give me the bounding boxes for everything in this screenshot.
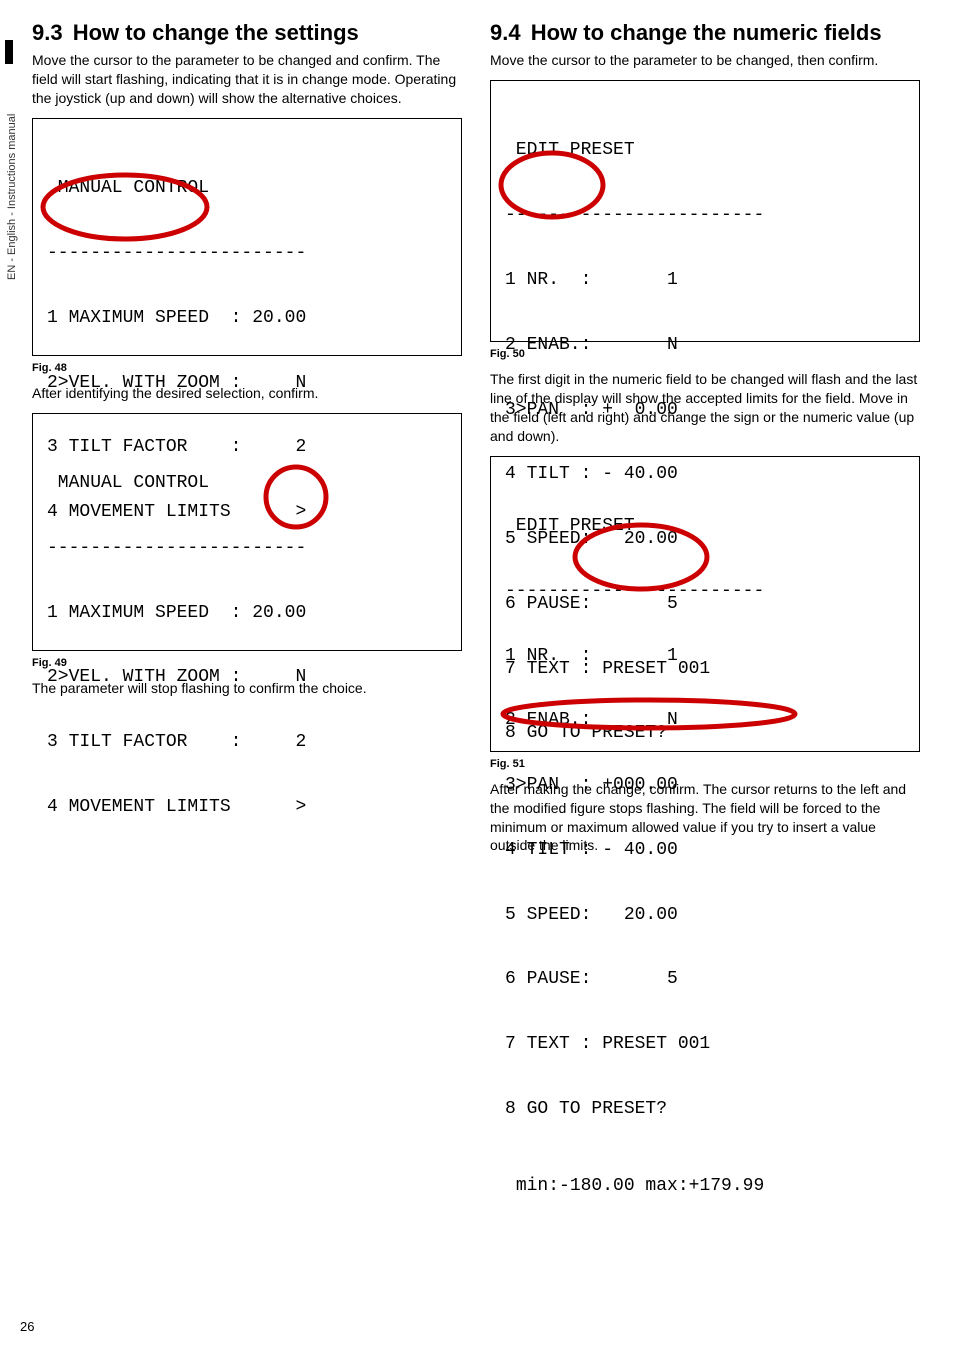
term-row: 7 TEXT : PRESET 001 [505,1034,905,1056]
intro-9-4: Move the cursor to the parameter to be c… [490,51,920,70]
left-column: 9.3 How to change the settings Move the … [32,20,462,865]
term-row: 1 MAXIMUM SPEED : 20.00 [47,308,447,330]
term-row: 2>VEL. WITH ZOOM : N [47,667,447,689]
term-sep: ------------------------ [505,581,905,603]
intro-9-3: Move the cursor to the parameter to be c… [32,51,462,108]
section-9-4-heading: 9.4 How to change the numeric fields [490,20,920,45]
term-row: 1 MAXIMUM SPEED : 20.00 [47,603,447,625]
term-row: 4 TILT : - 40.00 [505,840,905,862]
term-row: 1 NR. : 1 [505,646,905,668]
term-title: MANUAL CONTROL [47,473,447,495]
terminal-fig50: EDIT PRESET ------------------------ 1 N… [490,80,920,342]
side-marker [5,40,13,64]
terminal-fig49: MANUAL CONTROL ------------------------ … [32,413,462,651]
term-row: 2>VEL. WITH ZOOM : N [47,373,447,395]
section-title: How to change the numeric fields [531,20,882,45]
term-row: 4 MOVEMENT LIMITS > [47,797,447,819]
term-row: 6 PAUSE: 5 [505,969,905,991]
term-title: EDIT PRESET [505,140,905,162]
terminal-fig48: MANUAL CONTROL ------------------------ … [32,118,462,356]
term-sep: ------------------------ [505,205,905,227]
section-9-3-heading: 9.3 How to change the settings [32,20,462,45]
term-sep: ------------------------ [47,538,447,560]
term-row: 5 SPEED: 20.00 [505,905,905,927]
term-row: 2 ENAB.: N [505,710,905,732]
section-title: How to change the settings [73,20,359,45]
page-number: 26 [20,1319,34,1334]
term-row: 2 ENAB.: N [505,335,905,357]
right-column: 9.4 How to change the numeric fields Mov… [490,20,920,865]
term-row: 8 GO TO PRESET? [505,1099,905,1121]
term-sep: ------------------------ [47,243,447,265]
term-footer: min:-180.00 max:+179.99 [505,1176,905,1198]
term-row: 3>PAN : +000.00 [505,775,905,797]
section-number: 9.4 [490,20,521,45]
terminal-fig51: EDIT PRESET ------------------------ 1 N… [490,456,920,752]
term-title: MANUAL CONTROL [47,178,447,200]
term-row: 1 NR. : 1 [505,270,905,292]
term-title: EDIT PRESET [505,516,905,538]
section-number: 9.3 [32,20,63,45]
term-footer-text: min:-180.00 max:+179.99 [516,1176,764,1196]
side-rail: EN - English - Instructions manual [0,20,32,865]
side-language-label: EN - English - Instructions manual [6,114,18,280]
term-row: 3 TILT FACTOR : 2 [47,732,447,754]
term-row: 3>PAN : + 0.00 [505,400,905,422]
